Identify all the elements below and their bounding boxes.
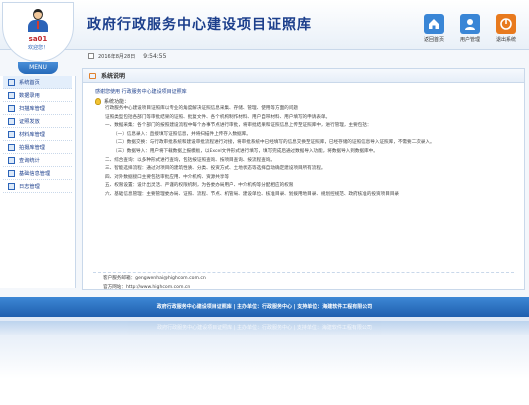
- description-line: 三、智能选择流程：通过对项目的建筑性质、分类、投资方式、土地状态等选择自动确定建…: [105, 166, 326, 172]
- panel-title: 系统说明: [101, 73, 126, 80]
- home-button[interactable]: 返回首页: [419, 14, 449, 43]
- panel-header: 系统说明: [83, 69, 524, 83]
- sidebar-item-label: 材料库管理: [19, 131, 45, 138]
- exit-icon: [496, 14, 516, 34]
- page: 政府行政服务中心建设项目证照库 返回首页 用户管理 退出系统 sa01 欢迎您！…: [0, 0, 529, 405]
- sidebar-item-license-issue[interactable]: 证照发放: [3, 115, 72, 128]
- current-time: 9:54:55: [143, 52, 167, 60]
- username: sa01: [28, 35, 48, 43]
- sidebar-item-label: 拍摄库管理: [19, 144, 45, 151]
- top-toolbar: 返回首页 用户管理 退出系统: [419, 14, 521, 43]
- date-bar: 2016年8月28日 9:54:55: [80, 50, 525, 62]
- sidebar-item-scan-library[interactable]: 扫描库管理: [3, 102, 72, 115]
- sidebar-item-label: 基础信息管理: [19, 170, 51, 177]
- description-line: 六、基础信息管理：主要管理委办局、证照、流程、节点、机管局、建设单位、核准目录、…: [105, 191, 400, 197]
- function-label: 系统功能：: [104, 99, 130, 105]
- nav-icon: [8, 104, 15, 112]
- sidebar-item-label: 查询统计: [19, 157, 40, 164]
- home-icon: [424, 14, 444, 34]
- description-line: 五、权限设置：设计出灵活、严谨的权限机制，为各委办局用户、中介机构等分配相应的权…: [105, 183, 294, 189]
- sidebar-item-label: 扫描库管理: [19, 105, 45, 112]
- nav-icon: [8, 182, 15, 190]
- nav-icon: [8, 130, 15, 138]
- description-line: （二）数据交换：与行政审批系统和建设审批流程进行对接，将审批系统中已经填写的信息…: [113, 140, 435, 146]
- user-manage-button[interactable]: 用户管理: [455, 14, 485, 43]
- sidebar-item-home[interactable]: 系统首页: [3, 76, 72, 89]
- nav-icon: [8, 78, 15, 86]
- sidebar-item-label: 证照发放: [19, 118, 40, 125]
- user-manage-label: 用户管理: [459, 37, 480, 43]
- user-icon: [460, 14, 480, 34]
- calendar-icon: [88, 53, 94, 59]
- sidebar-item-photo-library[interactable]: 拍摄库管理: [3, 141, 72, 154]
- description-line: （一）信息录入：直接填写证照信息，并将扫描件上传存入数据库。: [113, 131, 251, 137]
- sidebar-item-data-entry[interactable]: 数据录用: [3, 89, 72, 102]
- panel-icon: [89, 72, 96, 79]
- description-line: 证照类型包括各部门等审批结果的证照、批复文件、各个机构制作材料、用户自带材料、用…: [105, 114, 331, 120]
- sidebar-item-label: 日志管理: [19, 183, 40, 190]
- user-panel: sa01 欢迎您！: [2, 2, 74, 62]
- home-button-label: 返回首页: [423, 37, 444, 43]
- panel-content: 感谢您使用 行政服务中心建设项目证照库 系统功能： 行政服务中心建设项目证照库以…: [83, 83, 524, 204]
- nav-icon: [8, 169, 15, 177]
- lightbulb-icon: [95, 98, 101, 105]
- footer: 政府行政服务中心建设项目证照库 | 主办单位：行政服务中心 | 支持单位：海建软…: [0, 297, 529, 317]
- contact-info: 客户服务邮箱：gengwenhai@highcom.com.cn 官方网站：ht…: [103, 274, 206, 292]
- description-lines: 行政服务中心建设项目证照库以专业的角度解决证照信息采集、存储、管理、使用等方面的…: [95, 105, 512, 200]
- description-line: 四、对外数据接口主要包括审批应用、中介机构、资源共享等: [105, 174, 230, 180]
- system-info-panel: 系统说明 感谢您使用 行政服务中心建设项目证照库 系统功能： 行政服务中心建设项…: [82, 68, 525, 290]
- nav-icon: [8, 117, 15, 125]
- exit-label: 退出系统: [495, 37, 516, 43]
- sidebar-item-log[interactable]: 日志管理: [3, 180, 72, 193]
- panel-welcome: 感谢您使用 行政服务中心建设项目证照库: [95, 89, 187, 95]
- description-line: 行政服务中心建设项目证照库以专业的角度解决证照信息采集、存储、管理、使用等方面的…: [105, 106, 298, 111]
- nav-icon: [8, 156, 15, 164]
- sidebar-item-query-stats[interactable]: 查询统计: [3, 154, 72, 167]
- main-area: 2016年8月28日 9:54:55 系统说明 感谢您使用 行政服务中心建设项目…: [80, 50, 525, 290]
- current-date: 2016年8月28日: [98, 53, 136, 60]
- description-line: 二、综合查询：以多种形式进行查询，包括按证照查询、按项目查询、按流程查询。: [105, 157, 275, 163]
- service-email: 客户服务邮箱：gengwenhai@highcom.com.cn: [103, 276, 206, 281]
- official-website: 官方网站：http://www.highcom.com.cn: [103, 285, 191, 290]
- footer-reflection-bar: 政府行政服务中心建设项目证照库 | 主办单位：行政服务中心 | 支持单位：海建软…: [0, 321, 529, 335]
- description-line: （三）数据导入：用户将下载数据上报模板，以Excel文件形式进行填写，填写完成后…: [113, 148, 378, 154]
- sidebar-item-material-library[interactable]: 材料库管理: [3, 128, 72, 141]
- footer-reflection: 政府行政服务中心建设项目证照库 | 主办单位：行政服务中心 | 支持单位：海建软…: [0, 317, 529, 405]
- header-bar: 政府行政服务中心建设项目证照库 返回首页 用户管理 退出系统: [0, 0, 529, 50]
- description-line: 一、数据采集：各个部门的按照建设流程中每个办事节点进行审批，将审批结果和证照信息…: [105, 123, 372, 129]
- sidebar-item-basic-info[interactable]: 基础信息管理: [3, 167, 72, 180]
- welcome-text: 欢迎您！: [27, 45, 48, 51]
- nav-icon: [8, 143, 15, 151]
- sidebar: 系统首页 数据录用 扫描库管理 证照发放 材料库管理 拍摄库管理 查询统计 基础…: [0, 76, 76, 288]
- divider: [93, 272, 514, 273]
- sidebar-item-label: 系统首页: [19, 79, 40, 86]
- menu-tab: MENU: [18, 62, 58, 74]
- nav-icon: [8, 91, 15, 99]
- avatar: [27, 9, 49, 33]
- sidebar-item-label: 数据录用: [19, 92, 40, 99]
- exit-button[interactable]: 退出系统: [491, 14, 521, 43]
- function-heading: 系统功能：: [95, 98, 512, 105]
- app-title: 政府行政服务中心建设项目证照库: [87, 17, 312, 33]
